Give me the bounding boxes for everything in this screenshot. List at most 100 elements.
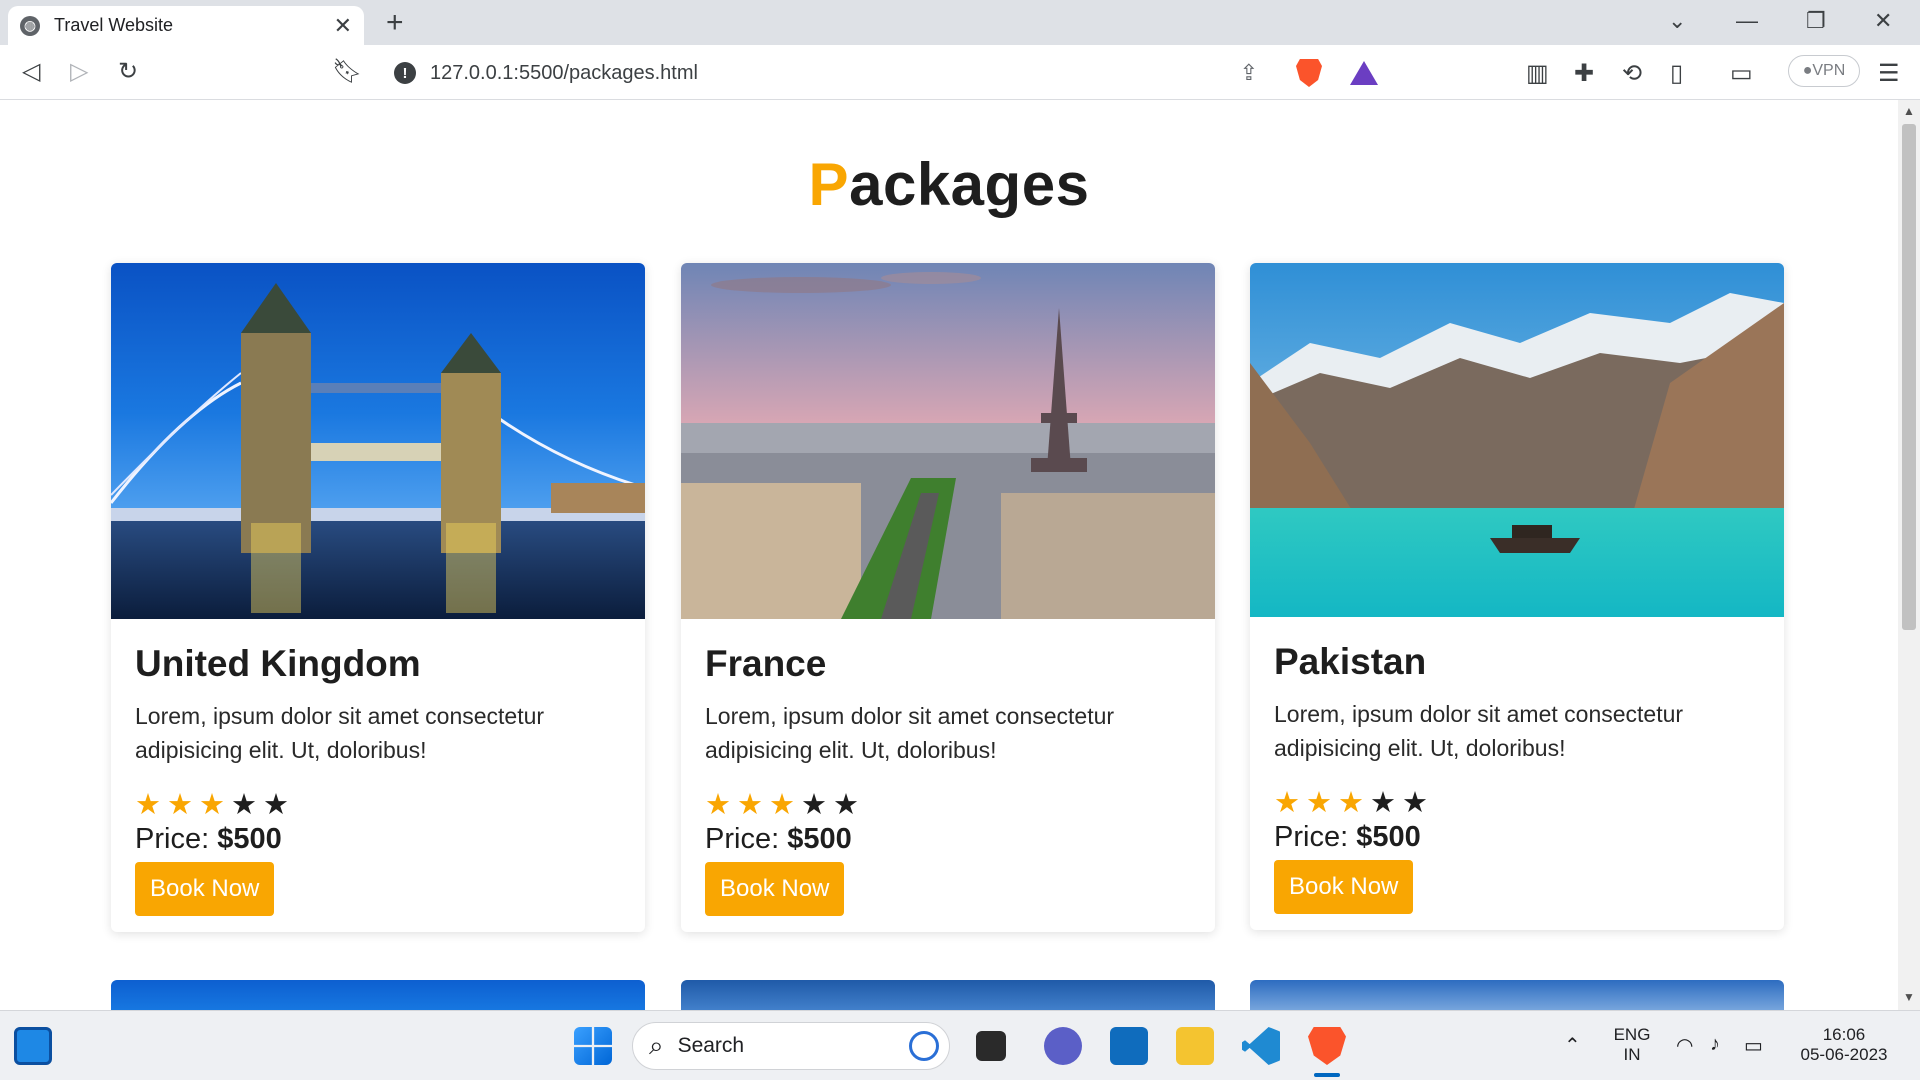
menu-icon[interactable]: ☰ bbox=[1878, 59, 1900, 88]
globe-icon: ◍ bbox=[20, 15, 40, 36]
star-icon: ★ bbox=[801, 789, 827, 821]
package-card-partial bbox=[111, 980, 645, 1010]
book-now-button[interactable]: Book Now bbox=[705, 862, 845, 916]
site-info-icon[interactable]: ! bbox=[394, 62, 416, 84]
clock-date: 05-06-2023 bbox=[1800, 1045, 1888, 1064]
brave-browser-icon[interactable] bbox=[1308, 1027, 1346, 1065]
star-icon: ★ bbox=[231, 789, 257, 821]
battery-icon[interactable]: ▭ bbox=[1744, 1033, 1763, 1058]
price-label: Price: bbox=[705, 823, 780, 855]
package-card: France Lorem, ipsum dolor sit amet conse… bbox=[681, 263, 1215, 932]
page-title: Packages bbox=[0, 150, 1898, 219]
new-tab-icon[interactable]: + bbox=[386, 8, 404, 38]
package-name: United Kingdom bbox=[135, 643, 421, 684]
scroll-up-icon[interactable]: ▲ bbox=[1903, 104, 1915, 118]
mail-icon[interactable] bbox=[1110, 1027, 1148, 1065]
page-title-first-letter: P bbox=[808, 151, 850, 218]
vpn-button[interactable]: ● VPN bbox=[1788, 55, 1860, 87]
package-card-body: United Kingdom Lorem, ipsum dolor sit am… bbox=[111, 619, 645, 932]
bing-icon[interactable] bbox=[909, 1031, 939, 1061]
sidebar-icon[interactable]: ▯ bbox=[1670, 59, 1683, 88]
wallet-icon[interactable]: ▭ bbox=[1730, 59, 1753, 88]
close-window-icon[interactable]: ✕ bbox=[1874, 8, 1892, 34]
rating-stars: ★ ★ ★ ★ ★ bbox=[1274, 787, 1760, 819]
browser-tab[interactable]: ◍ Travel Website ✕ bbox=[8, 6, 364, 45]
package-card-body: Pakistan Lorem, ipsum dolor sit amet con… bbox=[1250, 617, 1784, 930]
price-value: $500 bbox=[787, 823, 852, 855]
star-icon: ★ bbox=[1338, 787, 1364, 819]
package-card: United Kingdom Lorem, ipsum dolor sit am… bbox=[111, 263, 645, 932]
restore-icon[interactable]: ❐ bbox=[1806, 8, 1826, 34]
brave-rewards-icon[interactable] bbox=[1350, 61, 1378, 85]
package-price: Price: $500 bbox=[135, 823, 621, 856]
package-card-partial bbox=[681, 980, 1215, 1010]
package-card-body: France Lorem, ipsum dolor sit amet conse… bbox=[681, 619, 1215, 932]
star-icon: ★ bbox=[737, 789, 763, 821]
clock-time: 16:06 bbox=[1822, 1025, 1866, 1044]
tab-search-chevron-icon[interactable]: ⌄ bbox=[1668, 8, 1686, 34]
package-card-partial bbox=[1250, 980, 1784, 1010]
vscode-icon[interactable] bbox=[1242, 1027, 1280, 1065]
taskbar-search[interactable]: ⌕ Search bbox=[632, 1022, 950, 1070]
scroll-down-icon[interactable]: ▼ bbox=[1903, 990, 1915, 1004]
bookmark-icon[interactable]: 🔖︎ bbox=[332, 57, 362, 86]
scrollbar-thumb[interactable] bbox=[1902, 124, 1916, 630]
package-description: Lorem, ipsum dolor sit amet consectetur … bbox=[1274, 701, 1684, 761]
taskbar-search-label: Search bbox=[677, 1034, 745, 1057]
leo-icon[interactable]: ⟲ bbox=[1622, 59, 1642, 88]
price-value: $500 bbox=[217, 823, 282, 855]
show-hidden-icons-chevron[interactable]: ⌃ bbox=[1564, 1033, 1581, 1058]
back-icon[interactable]: ◁ bbox=[22, 57, 40, 86]
search-icon: ⌕ bbox=[649, 1030, 664, 1060]
minimize-icon[interactable]: — bbox=[1736, 8, 1758, 34]
star-icon: ★ bbox=[1274, 787, 1300, 819]
star-icon: ★ bbox=[769, 789, 795, 821]
rating-stars: ★ ★ ★ ★ ★ bbox=[135, 789, 621, 821]
address-bar[interactable]: ! 127.0.0.1:5500/packages.html ⇪ bbox=[376, 53, 1406, 93]
region-code: IN bbox=[1623, 1045, 1641, 1064]
active-app-indicator bbox=[1314, 1073, 1340, 1077]
price-value: $500 bbox=[1356, 821, 1421, 853]
file-explorer-icon[interactable] bbox=[1176, 1027, 1214, 1065]
volume-icon[interactable]: ♪ bbox=[1710, 1033, 1720, 1056]
extension-icon[interactable]: ▥ bbox=[1526, 59, 1549, 88]
page-scrollbar[interactable]: ▲ ▼ bbox=[1898, 100, 1920, 1010]
price-label: Price: bbox=[1274, 821, 1349, 853]
package-image-london bbox=[111, 263, 645, 619]
package-card: Pakistan Lorem, ipsum dolor sit amet con… bbox=[1250, 263, 1784, 930]
price-label: Price: bbox=[135, 823, 210, 855]
package-image-pakistan bbox=[1250, 263, 1784, 617]
package-description: Lorem, ipsum dolor sit amet consectetur … bbox=[135, 703, 545, 763]
rating-stars: ★ ★ ★ ★ ★ bbox=[705, 789, 1191, 821]
language-indicator[interactable]: ENG IN bbox=[1612, 1025, 1652, 1065]
task-view-icon[interactable] bbox=[976, 1031, 1006, 1061]
windows-start-icon[interactable] bbox=[574, 1027, 612, 1065]
brave-shields-icon[interactable] bbox=[1296, 59, 1322, 87]
star-icon: ★ bbox=[1306, 787, 1332, 819]
forward-icon[interactable]: ▷ bbox=[70, 57, 88, 86]
browser-toolbar: ◁ ▷ ↻ 🔖︎ ! 127.0.0.1:5500/packages.html … bbox=[0, 45, 1920, 100]
page-viewport: Packages United Kingdom Lorem, ipsum dol… bbox=[0, 100, 1898, 1010]
wifi-icon[interactable]: ◠ bbox=[1676, 1033, 1693, 1058]
teams-chat-icon[interactable] bbox=[1044, 1027, 1082, 1065]
widgets-icon[interactable] bbox=[14, 1027, 52, 1065]
star-icon: ★ bbox=[1370, 787, 1396, 819]
package-price: Price: $500 bbox=[705, 823, 1191, 856]
clock[interactable]: 16:06 05-06-2023 bbox=[1796, 1025, 1892, 1065]
star-icon: ★ bbox=[263, 789, 289, 821]
book-now-button[interactable]: Book Now bbox=[135, 862, 275, 916]
package-price: Price: $500 bbox=[1274, 821, 1760, 854]
package-description: Lorem, ipsum dolor sit amet consectetur … bbox=[705, 703, 1115, 763]
tab-title: Travel Website bbox=[54, 15, 174, 35]
language-code: ENG bbox=[1613, 1025, 1651, 1044]
star-icon: ★ bbox=[705, 789, 731, 821]
star-icon: ★ bbox=[833, 789, 859, 821]
book-now-button[interactable]: Book Now bbox=[1274, 860, 1414, 914]
reload-icon[interactable]: ↻ bbox=[118, 57, 138, 86]
page-title-rest: ackages bbox=[849, 151, 1090, 218]
package-image-paris bbox=[681, 263, 1215, 619]
share-icon[interactable]: ⇪ bbox=[1240, 60, 1258, 86]
tab-close-icon[interactable]: ✕ bbox=[334, 13, 352, 39]
star-icon: ★ bbox=[135, 789, 161, 821]
puzzle-extensions-icon[interactable]: ✚ bbox=[1574, 59, 1594, 88]
